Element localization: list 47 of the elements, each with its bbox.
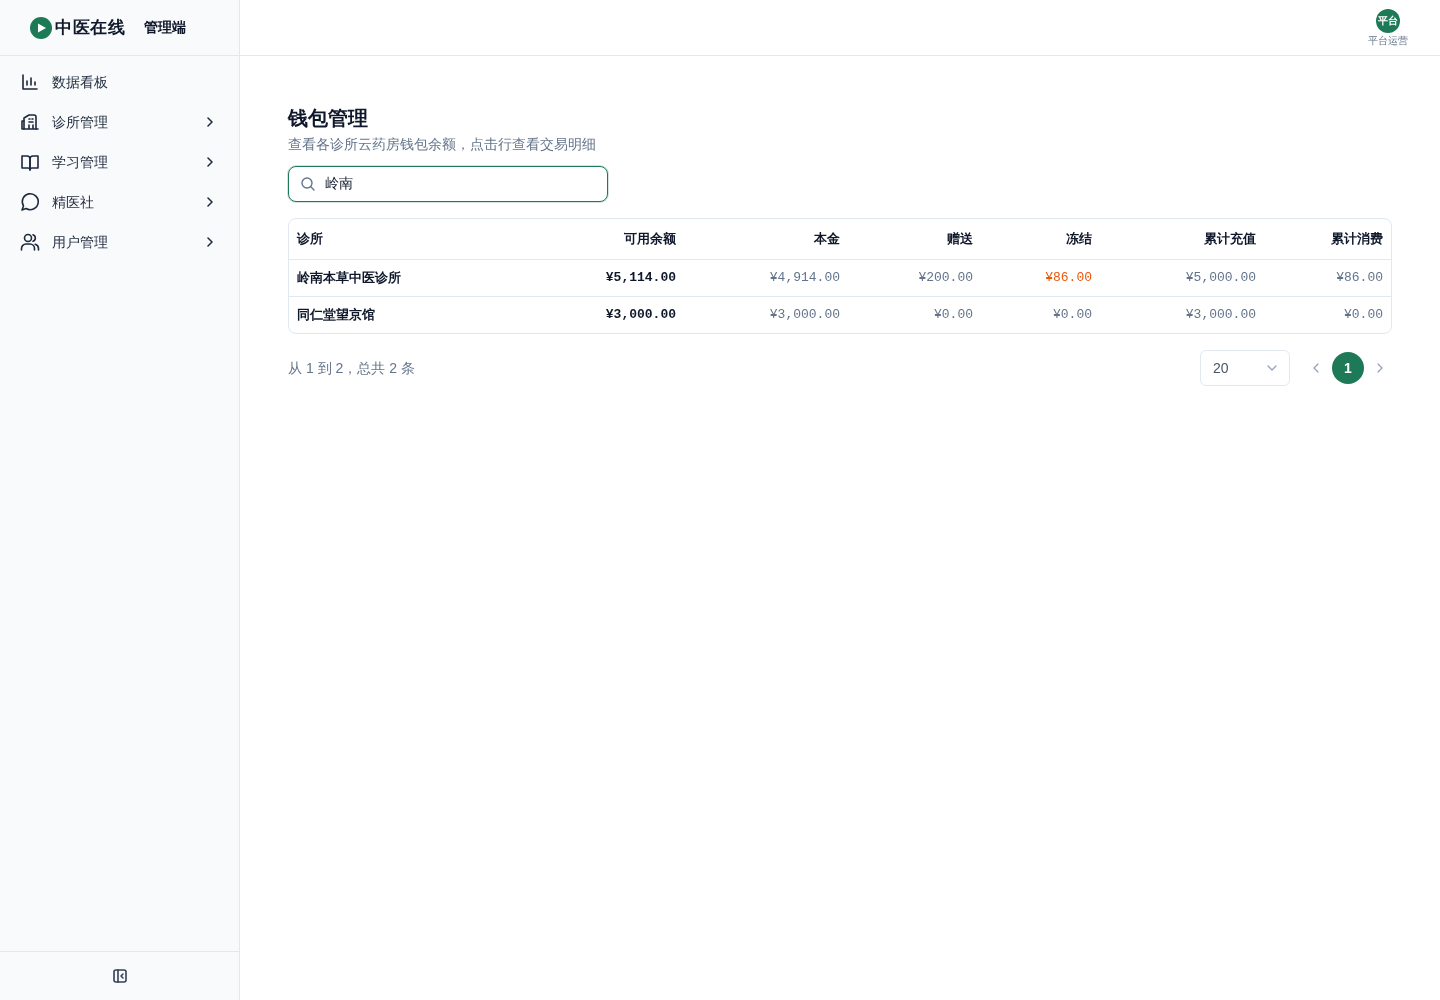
nav-item[interactable]: 用户管理	[12, 222, 227, 262]
amount-cell: ¥0.00	[848, 296, 981, 333]
amount-cell: ¥5,114.00	[529, 259, 684, 296]
column-header: 累计充值	[1100, 219, 1264, 259]
amount-cell: ¥0.00	[981, 296, 1100, 333]
clinic-cell[interactable]: 岭南本草中医诊所	[289, 259, 529, 296]
column-header: 本金	[684, 219, 848, 259]
amount-cell: ¥200.00	[848, 259, 981, 296]
page-subtitle: 查看各诊所云药房钱包余额，点击行查看交易明细	[288, 135, 597, 154]
nav-item[interactable]: 精医社	[12, 182, 227, 222]
chevron-right-icon	[1377, 363, 1383, 373]
column-header: 诊所	[289, 219, 529, 259]
amount-cell: ¥86.00	[981, 259, 1100, 296]
amount-cell: ¥3,000.00	[529, 296, 684, 333]
clinic-cell[interactable]: 同仁堂望京馆	[289, 296, 529, 333]
amount-cell: ¥3,000.00	[1100, 296, 1264, 333]
page-title: 钱包管理	[288, 106, 369, 131]
logo-suffix: 管理端	[144, 18, 186, 37]
column-header: 冻结	[981, 219, 1100, 259]
column-header: 可用余额	[529, 219, 684, 259]
speech-bubble-icon	[20, 192, 40, 212]
play-logo-icon	[30, 16, 52, 39]
open-book-icon	[20, 152, 40, 172]
amount-cell: ¥0.00	[1264, 296, 1391, 333]
sidebar-collapse-icon	[112, 969, 127, 983]
avatar[interactable]: 平台	[1376, 9, 1400, 33]
page-size-select[interactable]: 20	[1200, 350, 1290, 386]
chevron-down-icon	[1267, 365, 1277, 371]
logo-text: 中医在线	[55, 16, 125, 39]
amount-cell: ¥3,000.00	[684, 296, 848, 333]
amount-cell: ¥86.00	[1264, 259, 1391, 296]
pagination-summary: 从 1 到 2，总共 2 条	[288, 358, 415, 378]
search-icon	[301, 177, 315, 191]
building-icon	[20, 112, 40, 132]
chevron-left-icon	[1313, 363, 1319, 373]
nav-item[interactable]: 数据看板	[12, 62, 227, 102]
page-button[interactable]: 1	[1332, 352, 1364, 384]
amount-cell: ¥4,914.00	[684, 259, 848, 296]
amount-cell: ¥5,000.00	[1100, 259, 1264, 296]
user-role: 平台运营	[1368, 36, 1408, 46]
nav-item[interactable]: 学习管理	[12, 142, 227, 182]
column-header: 累计消费	[1264, 219, 1391, 259]
column-header: 赠送	[848, 219, 981, 259]
users-icon	[20, 232, 40, 252]
search-field[interactable]: 岭南	[288, 166, 608, 202]
nav-item[interactable]: 诊所管理	[12, 102, 227, 142]
chart-bar-icon	[20, 72, 40, 92]
